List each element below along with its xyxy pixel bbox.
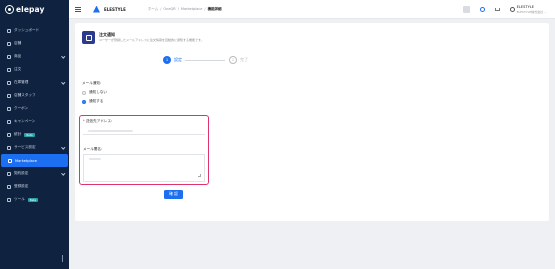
radio-notify-icon xyxy=(82,99,86,104)
order-notification-icon xyxy=(82,31,95,44)
sidebar-item-2[interactable]: 商品 xyxy=(0,50,69,63)
step-connector xyxy=(185,60,225,61)
user-icon xyxy=(509,7,515,12)
download-icon[interactable] xyxy=(494,8,500,11)
header-actions: ELESTYLE ELESTYLE株式会社 ... xyxy=(462,0,547,19)
email-address-field[interactable] xyxy=(83,126,205,135)
mail-notify-label: メール通知: xyxy=(82,81,102,85)
sidebar-item-label: ダッシュボード xyxy=(14,28,40,32)
sidebar-item-1[interactable]: 店舗 xyxy=(0,37,69,50)
store-name[interactable]: ELESTYLE xyxy=(104,7,126,12)
sidebar-item-label: 契約設定 xyxy=(14,171,29,175)
user-company: ELESTYLE株式会社 ... xyxy=(516,9,547,14)
store-icon xyxy=(7,41,11,46)
address-label: * 送信先アドレス: xyxy=(83,119,113,123)
settings-card: 注文通知 ユーザーが登録したメールアドレスに注文情報を自動的に通知する機能です。… xyxy=(75,23,549,221)
breadcrumb-marketplace[interactable]: Marketplace xyxy=(181,7,202,12)
dashboard-icon xyxy=(7,28,11,33)
chevron-down-icon xyxy=(60,171,65,176)
sidebar-item-label: 商品 xyxy=(14,54,22,58)
menu-toggle-icon[interactable] xyxy=(75,6,81,12)
sidebar-item-label: キャンペーン xyxy=(14,119,36,123)
sidebar: elepay ダッシュボード 店舗商品注文在庫管理店舗スタッフ クーポンキャンペーン… xyxy=(0,0,69,269)
sidebar-collapse-handle[interactable] xyxy=(0,253,69,263)
radio-notify[interactable]: 通知する xyxy=(82,99,103,104)
sidebar-item-8[interactable]: 統計 Beta xyxy=(0,128,69,141)
breadcrumb-home[interactable]: ホーム xyxy=(148,7,158,12)
sidebar-item-label: 店舗 xyxy=(14,41,22,45)
sidebar-item-label: 登録設定 xyxy=(14,184,29,188)
sidebar-item-11[interactable]: 契約設定 xyxy=(0,167,69,180)
chevron-down-icon xyxy=(60,80,65,85)
chevron-down-icon xyxy=(60,145,65,150)
stats-icon xyxy=(7,132,11,137)
sidebar-item-label: 店舗スタッフ xyxy=(14,93,36,97)
help-icon[interactable] xyxy=(479,7,485,12)
chevron-down-icon xyxy=(60,54,65,59)
sidebar-item-6[interactable]: クーポン xyxy=(0,102,69,115)
logo[interactable]: elepay xyxy=(0,0,69,18)
campaign-icon xyxy=(7,119,11,124)
sidebar-item-4[interactable]: 在庫管理 xyxy=(0,76,69,89)
card-description: ユーザーが登録したメールアドレスに注文情報を自動的に通知する機能です。 xyxy=(99,38,204,42)
tool-icon xyxy=(7,197,11,202)
sidebar-item-7[interactable]: キャンペーン xyxy=(0,115,69,128)
logo-text: elepay xyxy=(16,4,45,14)
service-settings-icon xyxy=(7,145,11,150)
sidebar-item-0[interactable]: ダッシュボード xyxy=(0,24,69,37)
sidebar-item-label: Marketplace xyxy=(15,158,38,163)
breadcrumb-current: 機能詳細 xyxy=(207,6,222,11)
mail-signature-textarea[interactable] xyxy=(83,154,205,182)
sidebar-item-5[interactable]: 店舗スタッフ xyxy=(0,89,69,102)
stepper: 1 設定 2 完了 xyxy=(163,55,343,67)
order-icon xyxy=(7,67,11,72)
sidebar-item-label: 在庫管理 xyxy=(14,80,29,84)
product-icon xyxy=(7,54,11,59)
logo-icon xyxy=(5,4,14,14)
sidebar-item-label: 注文 xyxy=(14,67,22,71)
step-complete: 2 完了 xyxy=(229,56,248,64)
sidebar-item-10[interactable]: Marketplace xyxy=(1,154,68,167)
subject-label: メール署名: xyxy=(83,147,103,151)
sidebar-item-label: ツール xyxy=(14,197,25,201)
breadcrumb: ホーム / OneQR / Marketplace / 機能詳細 xyxy=(147,6,222,12)
radio-no-notify-icon xyxy=(82,90,86,95)
confirm-button[interactable]: 確 認 xyxy=(164,190,183,199)
radio-no-notify[interactable]: 通知しない xyxy=(82,90,107,95)
marketplace-icon xyxy=(8,158,12,163)
highlighted-form-region: * 送信先アドレス: メール署名: xyxy=(79,115,209,185)
notification-placeholder-icon[interactable] xyxy=(462,6,470,13)
sidebar-item-9[interactable]: サービス設定 xyxy=(0,141,69,154)
registration-icon xyxy=(7,184,11,189)
coupon-icon xyxy=(7,106,11,111)
beta-badge: Beta xyxy=(24,132,35,137)
user-menu[interactable]: ELESTYLE ELESTYLE株式会社 ... xyxy=(509,5,547,14)
inventory-icon xyxy=(7,80,11,85)
staff-icon xyxy=(7,93,11,98)
contract-icon xyxy=(7,171,11,176)
step-setting: 1 設定 xyxy=(163,56,182,64)
store-logo-icon xyxy=(93,5,100,13)
sidebar-item-12[interactable]: 登録設定 xyxy=(0,180,69,193)
sidebar-item-13[interactable]: ツール Beta xyxy=(0,193,69,206)
sidebar-item-label: 統計 xyxy=(14,132,22,136)
resize-handle-icon[interactable] xyxy=(198,174,201,177)
sidebar-nav: ダッシュボード 店舗 商品 注文 在庫管理 店舗スタッフ クーポン キャンペーン 統計 Beta サ… xyxy=(0,24,69,206)
sidebar-item-3[interactable]: 注文 xyxy=(0,63,69,76)
breadcrumb-oneqr[interactable]: OneQR xyxy=(163,7,175,12)
sidebar-item-label: サービス設定 xyxy=(14,145,36,149)
beta-badge: Beta xyxy=(27,197,39,202)
top-header: ELESTYLE ホーム / OneQR / Marketplace / 機能詳… xyxy=(69,0,555,19)
sidebar-item-label: クーポン xyxy=(14,106,29,110)
